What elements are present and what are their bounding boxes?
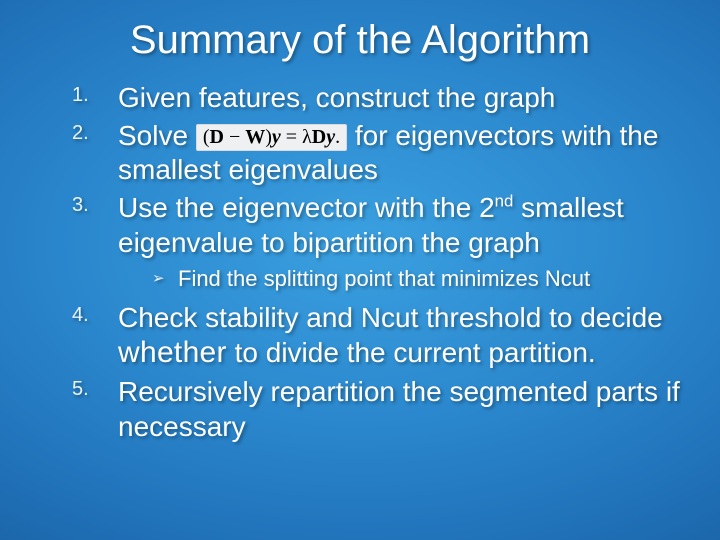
eqn-eq: = (281, 126, 302, 148)
item-number: 4. (72, 303, 89, 327)
sub-list-item: ➢ Find the splitting point that minimize… (152, 266, 680, 293)
eqn-y2: y (326, 126, 335, 148)
item-number: 3. (72, 193, 89, 217)
slide-title: Summary of the Algorithm (0, 0, 720, 71)
superscript-nd: nd (495, 192, 514, 211)
item-text-pre: Solve (118, 120, 196, 151)
slide: Summary of the Algorithm 1. Given featur… (0, 0, 720, 540)
slide-body: 1. Given features, construct the graph 2… (0, 71, 720, 444)
list-item: 3. Use the eigenvector with the 2nd smal… (72, 191, 680, 292)
eqn-lambda: λ (302, 126, 312, 148)
item-text: Recursively repartition the segmented pa… (118, 376, 680, 441)
item-number: 2. (72, 121, 89, 145)
eqn-D2: D (312, 126, 326, 148)
list-item: 4. Check stability and Ncut threshold to… (72, 301, 680, 372)
arrow-icon: ➢ (152, 270, 165, 288)
equation-box: (D − W)y = λDy. (196, 124, 347, 151)
item-text-a: Use the eigenvector with the 2 (118, 192, 495, 223)
item-text: Given features, construct the graph (118, 82, 555, 113)
sub-list: ➢ Find the splitting point that minimize… (118, 266, 680, 293)
item-text-b: to divide the current partition. (227, 337, 596, 368)
whether-word: whether (118, 336, 227, 369)
item-text-a: Check stability and Ncut threshold to de… (118, 302, 663, 333)
list-item: 1. Given features, construct the graph (72, 81, 680, 115)
item-number: 5. (72, 377, 89, 401)
sub-item-text: Find the splitting point that minimizes … (178, 266, 590, 291)
eqn-W: W (245, 126, 265, 148)
item-number: 1. (72, 83, 89, 107)
eqn-D: D (210, 126, 224, 148)
list-item: 5. Recursively repartition the segmented… (72, 375, 680, 443)
algorithm-list: 1. Given features, construct the graph 2… (72, 81, 680, 444)
list-item: 2. Solve (D − W)y = λDy. for eigenvector… (72, 119, 680, 187)
eqn-y: y (272, 126, 281, 148)
